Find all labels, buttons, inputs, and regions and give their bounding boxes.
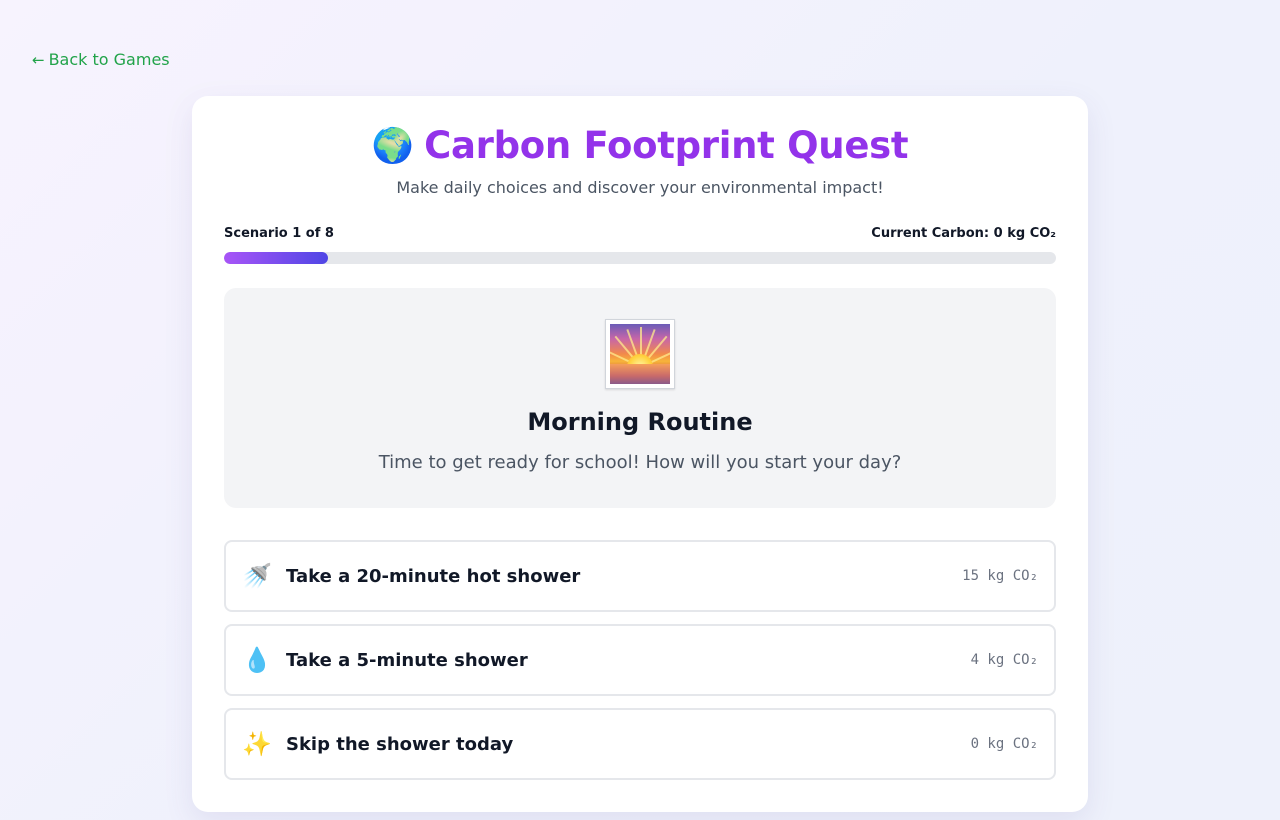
choice-label: Skip the shower today (286, 733, 514, 755)
scenario-panel: Morning Routine Time to get ready for sc… (224, 288, 1056, 508)
page-subtitle: Make daily choices and discover your env… (396, 178, 884, 197)
progress-bar (224, 252, 1056, 264)
arrow-left-icon: ← (32, 50, 45, 69)
choice-option-hot-shower[interactable]: 🚿 Take a 20-minute hot shower 15 kg CO₂ (224, 540, 1056, 612)
globe-icon: 🌍 (371, 125, 415, 166)
choice-option-short-shower[interactable]: 💧 Take a 5-minute shower 4 kg CO₂ (224, 624, 1056, 696)
back-link-label: Back to Games (48, 50, 170, 69)
current-carbon: Current Carbon: 0 kg CO₂ (871, 226, 1056, 241)
scenario-title: Morning Routine (527, 408, 753, 436)
droplet-icon: 💧 (242, 646, 272, 674)
progress-labels: Scenario 1 of 8 Current Carbon: 0 kg CO₂ (224, 226, 1056, 241)
choice-label: Take a 5-minute shower (286, 649, 528, 671)
choice-label: Take a 20-minute hot shower (286, 565, 581, 587)
back-to-games-link[interactable]: ← Back to Games (32, 50, 170, 69)
choice-option-skip-shower[interactable]: ✨ Skip the shower today 0 kg CO₂ (224, 708, 1056, 780)
choice-co2: 4 kg CO₂ (970, 652, 1038, 668)
choice-co2: 15 kg CO₂ (962, 568, 1038, 584)
choice-co2: 0 kg CO₂ (970, 736, 1038, 752)
scenario-description: Time to get ready for school! How will y… (378, 452, 902, 473)
title-row: 🌍 Carbon Footprint Quest (192, 124, 1088, 167)
page-title: Carbon Footprint Quest (424, 124, 909, 167)
sparkles-icon: ✨ (242, 730, 272, 758)
progress-fill (224, 252, 328, 264)
scenario-counter: Scenario 1 of 8 (224, 226, 334, 241)
sunrise-icon (605, 319, 675, 389)
shower-icon: 🚿 (242, 562, 272, 590)
game-card: 🌍 Carbon Footprint Quest Make daily choi… (192, 96, 1088, 812)
